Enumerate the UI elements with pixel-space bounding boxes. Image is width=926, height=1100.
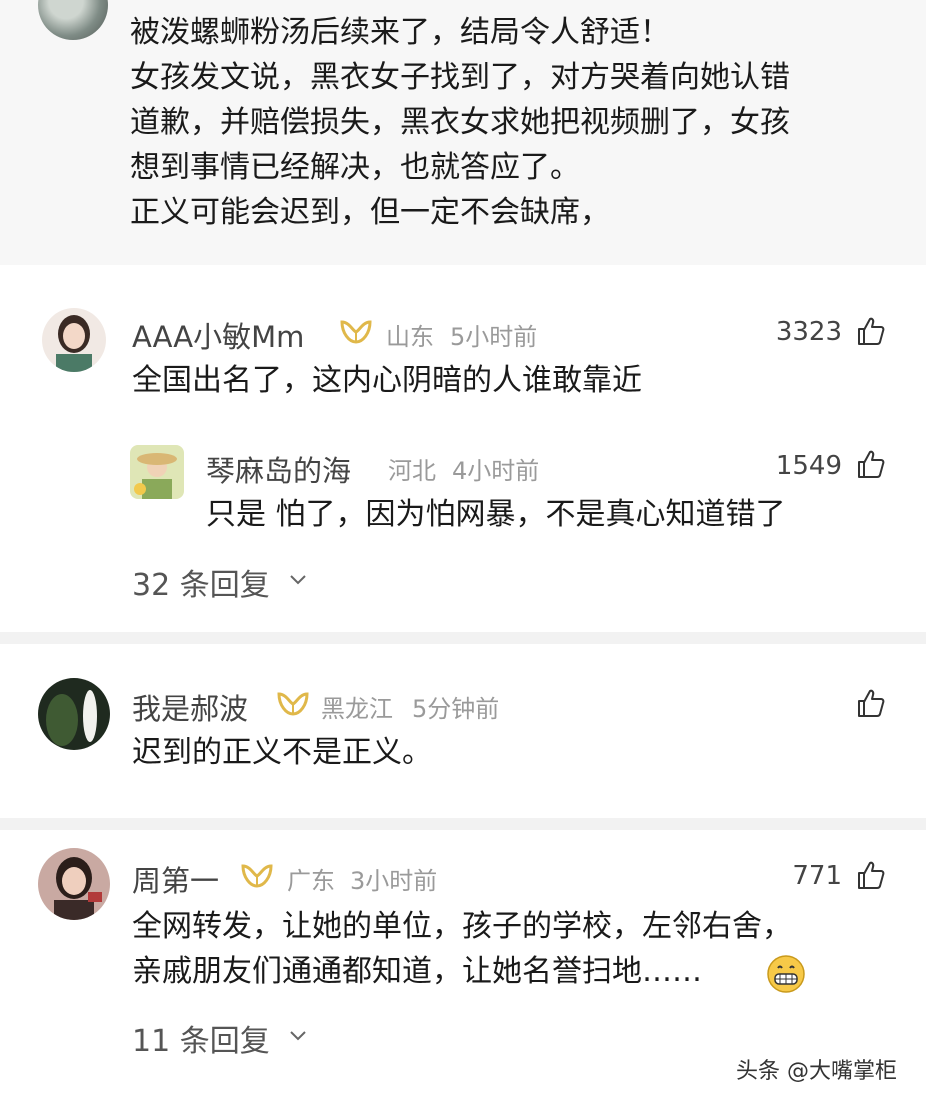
username[interactable]: AAA小敏Mm [132, 314, 304, 356]
vip-badge-icon [241, 864, 273, 888]
post-line: 道歉，并赔偿损失，黑衣女求她把视频删了，女孩 [130, 105, 790, 140]
comment-text: 迟到的正义不是正义。 [132, 735, 432, 770]
grinning-emoji-icon [767, 955, 805, 993]
username[interactable]: 我是郝波 [132, 686, 248, 728]
post-author-avatar[interactable] [38, 0, 108, 40]
chevron-down-icon[interactable] [288, 570, 308, 590]
comment-text: 全国出名了，这内心阴暗的人谁敢靠近 [132, 363, 642, 398]
reply-timestamp: 4小时前 [452, 457, 540, 485]
chevron-down-icon[interactable] [288, 1026, 308, 1046]
post-text: 被泼螺蛳粉汤后续来了，结局令人舒适！ 女孩发文说，黑衣女子找到了，对方哭着向她认… [130, 10, 910, 235]
username[interactable]: 周第一 [132, 858, 219, 900]
watermark: 头条 @大嘴掌柜 [736, 1059, 897, 1084]
location: 广东 [287, 867, 335, 895]
divider [0, 632, 926, 644]
comment-item: 周第一 广东 3小时前 771 全网转发，让她的单位，孩子的学校，左邻右舍， 亲… [0, 842, 926, 1062]
thumbs-up-icon[interactable] [855, 448, 887, 480]
timestamp: 5分钟前 [412, 695, 500, 723]
reply-count-link[interactable]: 32 条回复 [132, 560, 270, 604]
avatar[interactable] [38, 678, 110, 750]
reply-avatar[interactable] [130, 445, 184, 499]
like-count: 771 [792, 861, 842, 891]
post-block: 被泼螺蛳粉汤后续来了，结局令人舒适！ 女孩发文说，黑衣女子找到了，对方哭着向她认… [0, 0, 926, 265]
like-count: 3323 [775, 317, 842, 347]
divider [0, 818, 926, 830]
thumbs-up-icon[interactable] [855, 859, 887, 891]
timestamp: 3小时前 [350, 867, 438, 895]
reply-username[interactable]: 琴麻岛的海 [206, 448, 351, 490]
comment-text-line: 亲戚朋友们通通都知道，让她名誉扫地…… [132, 954, 702, 989]
comment-item: 我是郝波 黑龙江 5分钟前 迟到的正义不是正义。 [0, 670, 926, 800]
comment-text-line: 全网转发，让她的单位，孩子的学校，左邻右舍， [132, 909, 792, 944]
reply-location: 河北 [388, 457, 436, 485]
vip-badge-icon [340, 320, 372, 344]
post-line: 想到事情已经解决，也就答应了。 [130, 150, 580, 185]
location: 山东 [386, 323, 434, 351]
reply-like-count: 1549 [775, 451, 842, 481]
post-line: 正义可能会迟到，但一定不会缺席， [130, 195, 610, 230]
post-line: 被泼螺蛳粉汤后续来了，结局令人舒适！ [130, 15, 670, 50]
avatar[interactable] [42, 308, 106, 372]
location: 黑龙江 [321, 695, 393, 723]
comment-item: AAA小敏Mm 山东 5小时前 3323 全国出名了，这内心阴暗的人谁敢靠近 琴… [0, 300, 926, 620]
vip-badge-icon [277, 692, 309, 716]
thumbs-up-icon[interactable] [855, 687, 887, 719]
reply-count-link[interactable]: 11 条回复 [132, 1016, 270, 1060]
avatar[interactable] [38, 848, 110, 920]
post-line: 女孩发文说，黑衣女子找到了，对方哭着向她认错 [130, 60, 790, 95]
thumbs-up-icon[interactable] [855, 315, 887, 347]
reply-text: 只是 怕了，因为怕网暴，不是真心知道错了 [206, 497, 786, 532]
timestamp: 5小时前 [450, 323, 538, 351]
